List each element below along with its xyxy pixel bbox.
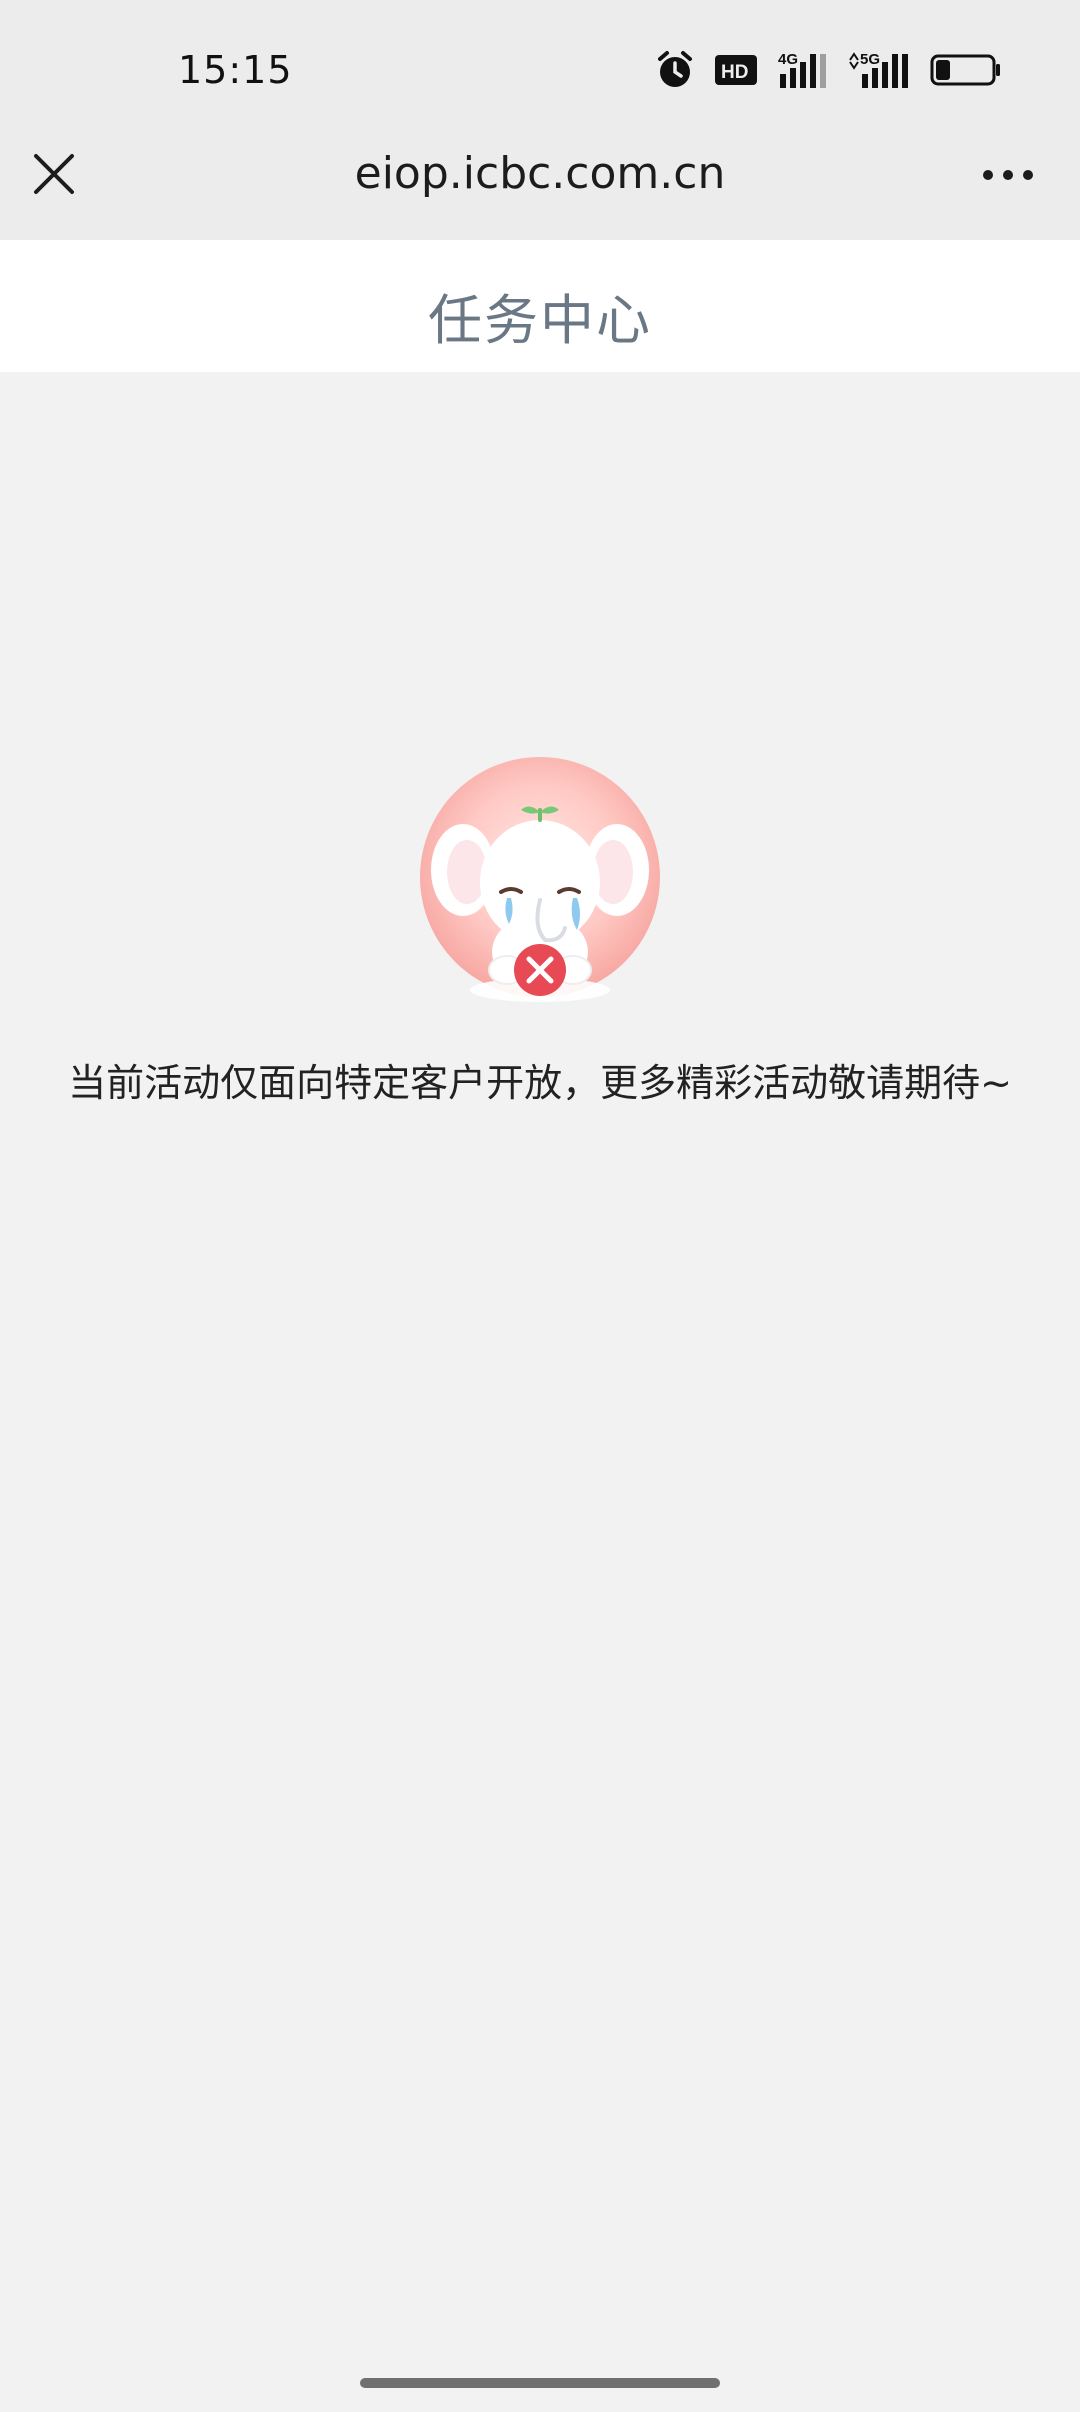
browser-bar: eiop.icbc.com.cn	[0, 140, 1080, 240]
more-button[interactable]	[978, 160, 1038, 190]
4g-label: 4G	[778, 51, 798, 68]
page-title: 任务中心	[428, 289, 652, 352]
more-icon	[983, 170, 1033, 180]
page-url: eiop.icbc.com.cn	[354, 148, 726, 199]
4g-signal-icon: 4G	[778, 50, 828, 90]
page-header: 任务中心	[0, 240, 1080, 372]
empty-message: 当前活动仅面向特定客户开放，更多精彩活动敬请期待~	[68, 1061, 1012, 1105]
status-bar: 15:15 HD 4G 5G	[0, 0, 1080, 140]
crying-elephant-icon	[415, 752, 665, 1022]
status-icons: HD 4G 5G	[656, 48, 1002, 92]
home-indicator[interactable]	[360, 2378, 720, 2388]
hd-icon: HD	[714, 53, 758, 87]
status-time: 15:15	[178, 48, 293, 92]
battery-level-fill	[936, 60, 950, 80]
hd-text: HD	[721, 62, 748, 83]
5g-signal-icon: 5G	[848, 50, 910, 90]
system-top-area: 15:15 HD 4G 5G eiop.icbc.com.cn	[0, 0, 1080, 240]
alarm-icon	[656, 50, 694, 90]
battery-icon	[930, 53, 1002, 87]
empty-state: 当前活动仅面向特定客户开放，更多精彩活动敬请期待~	[0, 752, 1080, 1112]
5g-label: 5G	[860, 51, 880, 68]
